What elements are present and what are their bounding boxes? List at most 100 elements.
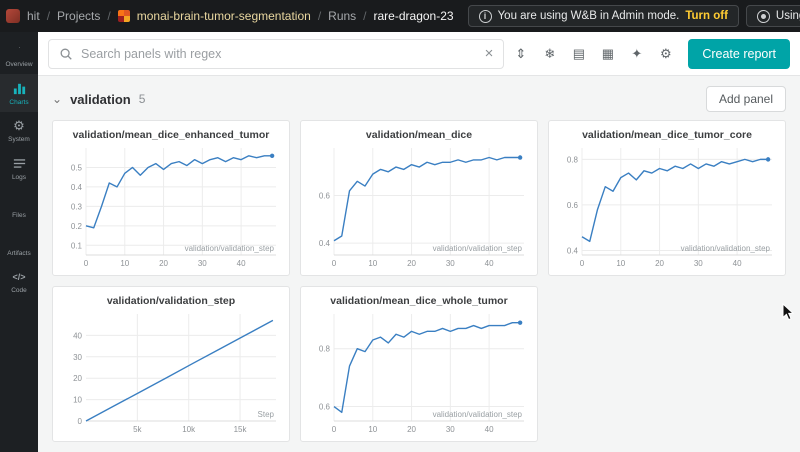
create-report-button[interactable]: Create report [688,39,790,69]
validation-section-header: ⌄ validation 5 Add panel [38,76,800,114]
breadcrumb-project-name[interactable]: monai-brain-tumor-segmentation [137,9,311,23]
svg-text:0.5: 0.5 [71,163,83,172]
chart-title: validation/mean_dice_tumor_core [582,129,752,141]
svg-text:10: 10 [120,259,129,268]
chart-plot: 5k10k15k010203040Step [59,308,283,436]
user-avatar[interactable] [6,9,20,23]
breadcrumb-projects[interactable]: Projects [57,9,100,23]
svg-text:0.6: 0.6 [319,192,331,201]
svg-text:40: 40 [733,259,742,268]
sidebar-item-label: System [8,136,30,143]
svg-text:30: 30 [446,425,455,434]
run-sidebar: Overview Charts ⚙ System Logs Files Arti… [0,32,38,452]
chart-panel[interactable]: validation/mean_dice_whole_tumor 0102030… [300,286,538,442]
panel-search-box[interactable]: × [48,39,504,69]
sidebar-item-overview[interactable]: Overview [0,36,38,74]
svg-text:30: 30 [694,259,703,268]
breadcrumb-separator: / [107,9,110,23]
chart-panel[interactable]: validation/mean_dice 0102030400.40.6vali… [300,120,538,276]
sidebar-item-artifacts[interactable]: Artifacts [0,225,38,263]
svg-text:0: 0 [332,425,337,434]
sidebar-item-code[interactable]: </> Code [0,263,38,300]
x-axis-settings-icon[interactable]: ▤ [566,41,591,67]
chart-title: validation/mean_dice_enhanced_tumor [73,129,270,141]
svg-text:0.3: 0.3 [71,202,83,211]
svg-text:40: 40 [237,259,246,268]
svg-text:10k: 10k [182,425,196,434]
section-title[interactable]: validation [70,92,131,107]
svg-text:10: 10 [616,259,625,268]
sidebar-item-label: Overview [5,61,32,68]
svg-text:0.4: 0.4 [71,183,83,192]
svg-text:10: 10 [368,259,377,268]
svg-text:validation/validation_step: validation/validation_step [433,244,523,253]
chart-title: validation/validation_step [107,295,235,307]
svg-text:40: 40 [485,425,494,434]
chart-plot: 0102030400.40.6validation/validation_ste… [307,142,531,270]
freeze-panels-icon[interactable]: ❄ [537,41,562,67]
breadcrumb-runs[interactable]: Runs [328,9,356,23]
sidebar-item-label: Artifacts [7,250,30,257]
code-icon: </> [12,270,25,284]
sidebar-item-files[interactable]: Files [0,187,38,225]
svg-text:30: 30 [198,259,207,268]
svg-text:20: 20 [73,374,82,383]
svg-text:Step: Step [258,410,275,419]
chart-plot: 0102030400.60.8validation/validation_ste… [307,308,531,436]
svg-text:40: 40 [73,331,82,340]
sidebar-item-label: Charts [9,99,28,106]
svg-text:20: 20 [655,259,664,268]
sidebar-item-label: Code [11,287,27,294]
breadcrumb-separator: / [47,9,50,23]
sidebar-item-charts[interactable]: Charts [0,74,38,112]
breadcrumb-user[interactable]: hit [27,9,40,23]
chart-panel[interactable]: validation/validation_step 5k10k15k01020… [52,286,290,442]
panels-grid: validation/mean_dice_enhanced_tumor 0 10 2… [38,114,800,448]
section-panel-count: 5 [139,92,146,106]
svg-text:20: 20 [407,259,416,268]
svg-text:0.6: 0.6 [567,201,579,210]
breadcrumb-run-name[interactable]: rare-dragon-23 [374,9,454,23]
panels-toolbar: × ⇕ ❄ ▤ ▦ ✦ ⚙ Create report [38,32,800,76]
smoothing-icon[interactable]: ✦ [624,41,649,67]
breadcrumb-separator: / [363,9,366,23]
info-icon: i [479,10,492,23]
panel-settings-gear-icon[interactable]: ⚙ [653,41,678,67]
chart-title: validation/mean_dice [366,129,472,141]
sidebar-item-label: Files [12,212,26,219]
svg-text:5k: 5k [133,425,142,434]
chart-panel[interactable]: validation/mean_dice_tumor_core 0 10 20 30 4… [548,120,786,276]
clear-search-icon[interactable]: × [485,46,494,61]
bar-chart-icon [12,81,27,96]
svg-text:validation/validation_step: validation/validation_step [433,410,523,419]
expand-panels-icon[interactable]: ⇕ [508,41,533,67]
admin-turn-off-button[interactable]: Turn off [685,10,728,22]
admin-banner-text: You are using W&B in Admin mode. [498,10,680,22]
svg-text:0.8: 0.8 [567,155,579,164]
weave-banner-text: Using Weave 1.0 [776,10,800,22]
svg-text:validation/validation_step: validation/validation_step [681,244,771,253]
artifacts-box-icon [12,232,27,247]
svg-text:0.4: 0.4 [567,246,579,255]
svg-text:validation/validation_step: validation/validation_step [185,244,275,253]
chart-plot: 0 10 20 30 40 0.4 0.6 0.8 validation/validation_… [555,142,779,270]
svg-text:30: 30 [446,259,455,268]
admin-mode-banner: i You are using W&B in Admin mode. Turn … [468,5,739,27]
wandb-run-page: hit / Projects / monai-brain-tumor-segme… [0,0,800,452]
svg-text:0: 0 [332,259,337,268]
gear-icon: ⚙ [13,119,25,133]
weave-logo-icon [757,10,770,23]
add-panel-button[interactable]: Add panel [706,86,786,112]
sidebar-item-logs[interactable]: Logs [0,149,38,187]
panel-grouping-icon[interactable]: ▦ [595,41,620,67]
svg-text:0: 0 [580,259,585,268]
chevron-down-icon[interactable]: ⌄ [52,93,62,105]
search-icon [59,47,73,61]
file-icon [12,194,27,209]
svg-text:0.8: 0.8 [319,345,331,354]
search-input[interactable] [81,47,477,61]
logs-list-icon [12,156,27,171]
weave-banner: Using Weave 1.0 Turn off [746,5,800,27]
chart-panel[interactable]: validation/mean_dice_enhanced_tumor 0102… [52,120,290,276]
sidebar-item-system[interactable]: ⚙ System [0,112,38,149]
